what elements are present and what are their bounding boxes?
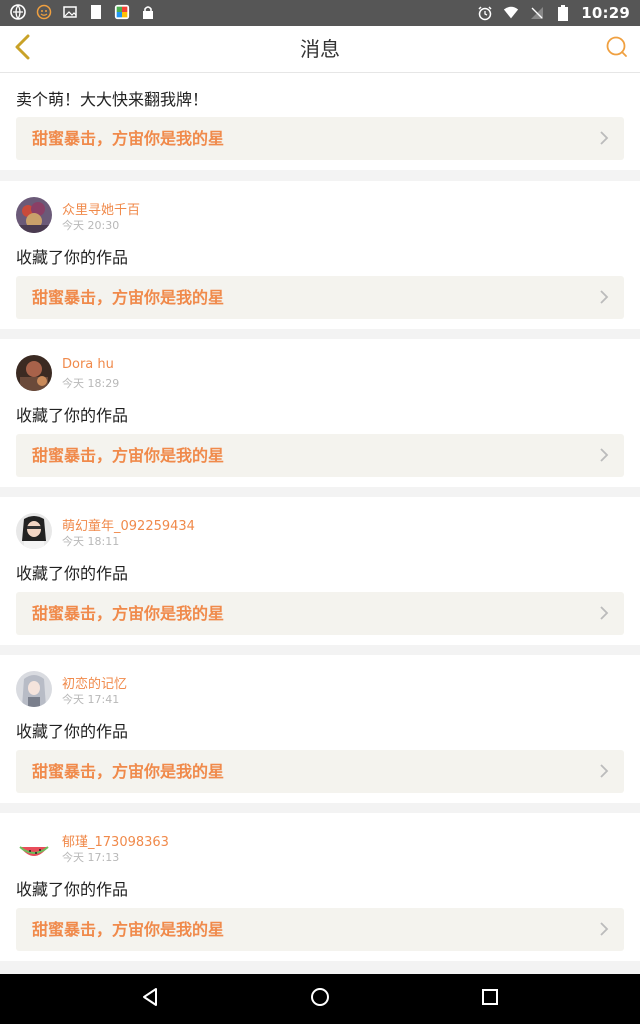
chevron-right-icon: [596, 605, 612, 621]
search-icon: [605, 35, 629, 63]
message-text: 收藏了你的作品: [16, 248, 129, 267]
chevron-right-icon: [596, 921, 612, 937]
message-card: 初恋的记忆 今天 17:41 收藏了你的作品 甜蜜暴击，方宙你是我的星: [0, 655, 640, 803]
alarm-icon: [477, 5, 493, 21]
battery-icon: [555, 5, 571, 21]
browser-icon: [10, 4, 26, 20]
status-bar: 10:29: [0, 0, 640, 26]
search-button[interactable]: [602, 34, 632, 64]
emoji-icon: [36, 4, 52, 20]
work-title: 甜蜜暴击，方宙你是我的星: [32, 762, 225, 781]
image-icon: [62, 4, 78, 20]
nav-back-button[interactable]: [136, 985, 164, 1013]
work-title: 甜蜜暴击，方宙你是我的星: [32, 920, 225, 939]
user-name[interactable]: 初恋的记忆: [62, 673, 127, 692]
timestamp: 今天 20:30: [62, 219, 120, 232]
back-triangle-icon: [139, 986, 161, 1012]
wifi-icon: [503, 5, 519, 21]
timestamp: 今天 17:13: [62, 851, 120, 864]
timestamp: 今天 17:41: [62, 693, 120, 706]
work-link[interactable]: 甜蜜暴击，方宙你是我的星: [16, 750, 624, 793]
message-card: Dora hu 今天 18:29 收藏了你的作品 甜蜜暴击，方宙你是我的星: [0, 339, 640, 487]
avatar[interactable]: [16, 829, 52, 865]
chevron-right-icon: [596, 130, 612, 146]
app-bar: 消息: [0, 26, 640, 73]
timestamp: 今天 18:11: [62, 535, 120, 548]
chevron-right-icon: [596, 289, 612, 305]
message-card: 众里寻她千百 今天 20:30 收藏了你的作品 甜蜜暴击，方宙你是我的星: [0, 181, 640, 329]
chevron-right-icon: [596, 447, 612, 463]
status-time: 10:29: [581, 4, 630, 22]
work-title: 甜蜜暴击，方宙你是我的星: [32, 288, 225, 307]
user-name[interactable]: 郁瑾_173098363: [62, 831, 169, 850]
work-link[interactable]: 甜蜜暴击，方宙你是我的星: [16, 434, 624, 477]
user-name[interactable]: 萌幻童年_092259434: [62, 515, 195, 534]
user-name[interactable]: Dora hu: [62, 357, 114, 372]
system-nav-bar: [0, 974, 640, 1024]
message-text: 收藏了你的作品: [16, 564, 129, 583]
colorful-app-icon: [114, 4, 130, 20]
work-link[interactable]: 甜蜜暴击，方宙你是我的星: [16, 117, 624, 160]
work-title: 甜蜜暴击，方宙你是我的星: [32, 129, 225, 148]
no-signal-icon: [529, 5, 545, 21]
message-text: 收藏了你的作品: [16, 880, 129, 899]
message-card-partial: 卖个萌！大大快来翻我牌！ 甜蜜暴击，方宙你是我的星: [0, 73, 640, 170]
nav-recents-button[interactable]: [476, 985, 504, 1013]
message-card: 萌幻童年_092259434 今天 18:11 收藏了你的作品 甜蜜暴击，方宙你…: [0, 497, 640, 645]
white-card-icon: [88, 4, 104, 20]
avatar[interactable]: [16, 355, 52, 391]
work-link[interactable]: 甜蜜暴击，方宙你是我的星: [16, 276, 624, 319]
work-link[interactable]: 甜蜜暴击，方宙你是我的星: [16, 908, 624, 951]
avatar[interactable]: [16, 513, 52, 549]
work-link[interactable]: 甜蜜暴击，方宙你是我的星: [16, 592, 624, 635]
work-title: 甜蜜暴击，方宙你是我的星: [32, 604, 225, 623]
message-card: 郁瑾_173098363 今天 17:13 收藏了你的作品 甜蜜暴击，方宙你是我…: [0, 813, 640, 961]
page-title: 消息: [300, 37, 340, 61]
lock-icon: [140, 4, 156, 20]
nav-home-button[interactable]: [306, 985, 334, 1013]
status-right-icons: 10:29: [477, 4, 630, 22]
timestamp: 今天 18:29: [62, 377, 120, 390]
message-text: 卖个萌！大大快来翻我牌！: [16, 90, 209, 109]
home-circle-icon: [309, 986, 331, 1012]
chevron-right-icon: [596, 763, 612, 779]
work-title: 甜蜜暴击，方宙你是我的星: [32, 446, 225, 465]
user-name[interactable]: 众里寻她千百: [62, 199, 140, 218]
message-text: 收藏了你的作品: [16, 722, 129, 741]
recents-square-icon: [479, 986, 501, 1012]
avatar[interactable]: [16, 197, 52, 233]
message-feed[interactable]: 卖个萌！大大快来翻我牌！ 甜蜜暴击，方宙你是我的星 众里寻她千百 今天 20:3…: [0, 73, 640, 974]
avatar[interactable]: [16, 671, 52, 707]
status-left-icons: [10, 4, 156, 20]
message-text: 收藏了你的作品: [16, 406, 129, 425]
